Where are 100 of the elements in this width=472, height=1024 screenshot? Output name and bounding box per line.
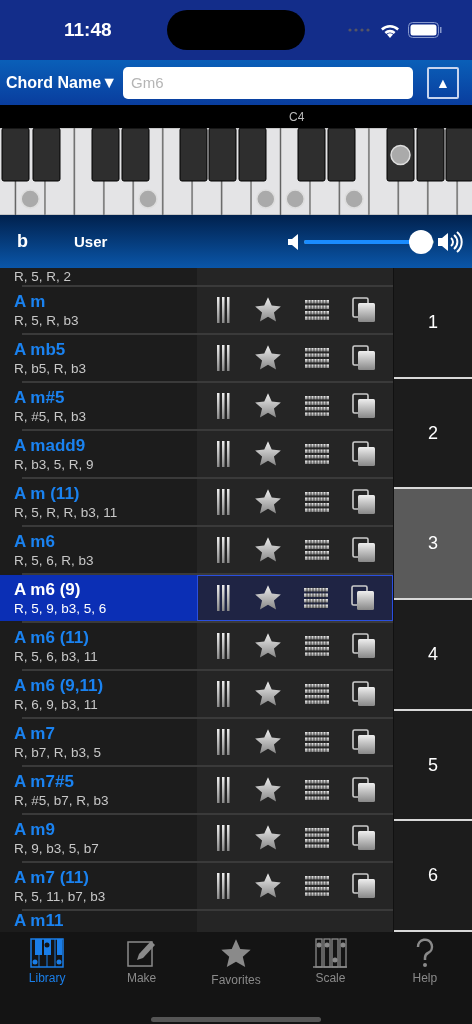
tab-bar-item[interactable]: Help bbox=[377, 938, 472, 987]
slider-thumb[interactable] bbox=[409, 229, 433, 254]
copy-icon[interactable] bbox=[351, 345, 376, 371]
bars-icon[interactable] bbox=[214, 729, 231, 755]
chord-notes: R, 5, 6, b3, 11 bbox=[14, 647, 99, 665]
star-icon[interactable] bbox=[253, 776, 282, 804]
bars-icon[interactable] bbox=[214, 537, 231, 563]
tab-bar-item[interactable]: Make bbox=[94, 938, 189, 987]
keyboard-grid-icon[interactable] bbox=[304, 731, 329, 753]
chord-notes: R, 9, b3, 5, b7 bbox=[14, 839, 100, 857]
chord-notes: R, 5, 11, b7, b3 bbox=[14, 887, 107, 905]
keyboard-grid-icon[interactable] bbox=[304, 779, 329, 801]
tab-label: Make bbox=[126, 971, 157, 985]
keyboard-grid-icon[interactable] bbox=[304, 587, 329, 609]
chord-notes: R, 5, 6, R, b3 bbox=[14, 551, 95, 569]
bars-icon[interactable] bbox=[214, 633, 231, 659]
star-icon[interactable] bbox=[253, 872, 282, 900]
chord-notes: R, 5, 9, b3, 5, 6 bbox=[14, 599, 108, 617]
chord-notes: R, b7, R, b3, 5 bbox=[14, 743, 103, 761]
chord-notes: R, 5, R, R, b3, 11 bbox=[14, 503, 119, 521]
star-icon[interactable] bbox=[253, 632, 282, 660]
status-time: 11:48 bbox=[64, 19, 113, 41]
piano-keys-icon bbox=[30, 938, 65, 968]
signal-icon bbox=[348, 28, 372, 32]
star-icon[interactable] bbox=[253, 584, 282, 612]
copy-icon[interactable] bbox=[351, 393, 376, 419]
octave-label: C4 bbox=[289, 110, 305, 126]
chord-name: A m6 (11) bbox=[14, 627, 90, 648]
keyboard-grid-icon[interactable] bbox=[304, 635, 329, 657]
star-icon[interactable] bbox=[253, 344, 282, 372]
star-icon[interactable] bbox=[253, 488, 282, 516]
keyboard-grid-icon[interactable] bbox=[304, 683, 329, 705]
star-icon bbox=[220, 938, 252, 970]
copy-icon[interactable] bbox=[351, 729, 376, 755]
bars-icon[interactable] bbox=[215, 585, 232, 611]
bars-icon[interactable] bbox=[214, 345, 231, 371]
search-field[interactable]: Gm6 bbox=[122, 66, 413, 99]
keyboard-grid-icon[interactable] bbox=[304, 491, 329, 513]
bars-icon[interactable] bbox=[214, 873, 231, 899]
copy-icon[interactable] bbox=[351, 681, 376, 707]
tab-label: Library bbox=[28, 971, 66, 985]
chord-name: A m#5 bbox=[14, 387, 66, 408]
tab-bar-item[interactable]: Library bbox=[0, 938, 95, 987]
chord-name: A m bbox=[14, 291, 47, 312]
scale-keys-icon bbox=[313, 938, 348, 968]
bars-icon[interactable] bbox=[214, 297, 231, 323]
star-icon[interactable] bbox=[253, 296, 282, 324]
keyboard-grid-icon[interactable] bbox=[304, 875, 329, 897]
copy-icon[interactable] bbox=[351, 537, 376, 563]
chord-name: A m11 bbox=[14, 911, 65, 931]
chord-notes: R, 6, 9, b3, 11 bbox=[14, 695, 99, 713]
copy-icon[interactable] bbox=[351, 489, 376, 515]
bars-icon[interactable] bbox=[214, 777, 231, 803]
keyboard-grid-icon[interactable] bbox=[304, 299, 329, 321]
keyboard-grid-icon[interactable] bbox=[304, 827, 329, 849]
chord-row[interactable]: A m6 (9) R, 5, 9, b3, 5, 6 bbox=[0, 575, 393, 621]
battery-icon bbox=[408, 22, 442, 38]
star-icon[interactable] bbox=[253, 824, 282, 852]
chord-name-dropdown[interactable]: Chord Name▼ bbox=[6, 73, 117, 92]
copy-icon[interactable] bbox=[351, 441, 376, 467]
chord-notes: R, #5, b7, R, b3 bbox=[14, 791, 110, 809]
copy-icon[interactable] bbox=[351, 825, 376, 851]
volume-high-icon bbox=[438, 230, 464, 253]
chord-name: A m6 bbox=[14, 531, 56, 552]
keyboard-grid-icon[interactable] bbox=[304, 539, 329, 561]
chord-notes: R, b3, 5, R, 9 bbox=[14, 455, 95, 473]
chord-name: A m6 (9,11) bbox=[14, 675, 105, 696]
keyboard-grid-icon[interactable] bbox=[304, 347, 329, 369]
copy-icon[interactable] bbox=[351, 633, 376, 659]
bars-icon[interactable] bbox=[214, 393, 231, 419]
index-section[interactable]: 3 bbox=[394, 489, 472, 600]
tab-bar-item[interactable]: Scale bbox=[283, 938, 378, 987]
tab-label: Favorites bbox=[211, 973, 261, 987]
copy-icon[interactable] bbox=[351, 297, 376, 323]
wifi-icon bbox=[380, 22, 400, 38]
star-icon[interactable] bbox=[253, 536, 282, 564]
sound-selector[interactable]: User bbox=[74, 233, 108, 250]
star-icon[interactable] bbox=[253, 440, 282, 468]
piano-keyboard-drawing[interactable] bbox=[0, 128, 472, 215]
bars-icon[interactable] bbox=[214, 681, 231, 707]
up-button[interactable]: ▲ bbox=[427, 66, 459, 99]
chord-name: A mb5 bbox=[14, 339, 67, 360]
tab-label: Help bbox=[412, 971, 438, 985]
bars-icon[interactable] bbox=[214, 489, 231, 515]
tab-label: Scale bbox=[315, 971, 346, 985]
star-icon[interactable] bbox=[253, 680, 282, 708]
bars-icon[interactable] bbox=[214, 825, 231, 851]
keyboard-grid-icon[interactable] bbox=[304, 443, 329, 465]
keyboard-grid-icon[interactable] bbox=[304, 395, 329, 417]
copy-icon[interactable] bbox=[350, 585, 375, 611]
copy-icon[interactable] bbox=[351, 777, 376, 803]
copy-icon[interactable] bbox=[351, 873, 376, 899]
bars-icon[interactable] bbox=[214, 441, 231, 467]
accidental-toggle[interactable]: b bbox=[17, 231, 28, 252]
tab-bar-item[interactable]: Favorites bbox=[188, 938, 284, 987]
star-icon[interactable] bbox=[253, 728, 282, 756]
volume-slider[interactable] bbox=[304, 228, 434, 255]
volume-low-icon bbox=[288, 233, 300, 250]
star-icon[interactable] bbox=[253, 392, 282, 420]
chord-name: A m7 (11) bbox=[14, 867, 90, 888]
